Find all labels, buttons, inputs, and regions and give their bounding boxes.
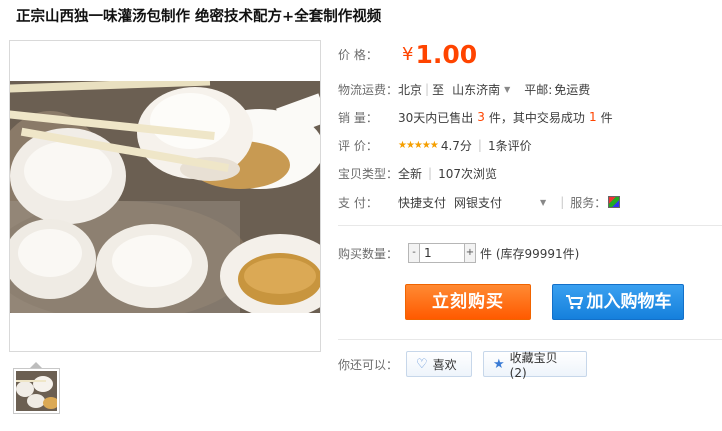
sales-suffix: 件 <box>600 110 613 125</box>
like-button[interactable]: ♡ 喜欢 <box>406 351 472 377</box>
heart-icon: ♡ <box>416 356 428 372</box>
divider: | <box>477 138 482 152</box>
quantity-decrease-button[interactable]: - <box>408 243 420 263</box>
star-rating-icon: ★★★★★ <box>398 139 439 151</box>
add-to-cart-button[interactable]: 加入购物车 <box>552 284 684 320</box>
type-label: 宝贝类型： <box>338 166 399 181</box>
sales-label: 销 量： <box>338 110 378 125</box>
section-divider <box>338 339 722 340</box>
sales-row: 销 量： 30天内已售出 3 件，其中交易成功 1 件 <box>338 108 613 126</box>
chevron-down-icon[interactable]: ▼ <box>504 85 510 94</box>
type-row: 宝贝类型： 全新 | 107次浏览 <box>338 164 497 182</box>
main-product-image[interactable] <box>9 40 321 352</box>
logistics-label: 物流运费： <box>338 82 399 97</box>
sales-count: 3 <box>477 110 485 124</box>
favorite-button[interactable]: ★ 收藏宝贝 (2) <box>483 350 587 380</box>
soup-dumpling-photo <box>10 81 320 313</box>
divider: | <box>560 195 565 209</box>
rating-score: 4.7分 <box>440 138 472 153</box>
sales-prefix: 30天内已售出 <box>398 110 474 125</box>
quantity-input[interactable]: 1 <box>420 243 464 263</box>
review-count-link[interactable]: 1条评价 <box>488 137 532 154</box>
favorite-label: 收藏宝贝 (2) <box>509 350 558 380</box>
sales-success: 1 <box>588 110 597 124</box>
payment-method-quick[interactable]: 快捷支付 <box>398 194 446 211</box>
star-icon: ★ <box>493 356 505 372</box>
cart-icon <box>565 295 583 310</box>
stock-info: 件 (库存99991件) <box>480 246 580 261</box>
ship-to-select[interactable]: 山东济南 <box>452 81 500 98</box>
divider: | <box>428 166 433 180</box>
quantity-label: 购买数量： <box>338 246 399 261</box>
thumbnail-image <box>16 371 57 411</box>
price-value: 1.00 <box>415 39 478 69</box>
condition-value: 全新 <box>398 166 423 181</box>
payment-method-bank[interactable]: 网银支付 <box>454 194 502 211</box>
divider: | <box>425 82 430 96</box>
like-label: 喜欢 <box>432 357 457 372</box>
add-to-cart-label: 加入购物车 <box>586 292 672 312</box>
share-row: 你还可以： <box>338 350 398 378</box>
quantity-increase-button[interactable]: + <box>464 243 476 263</box>
rating-row: 评 价： ★★★★★ 4.7分 | 1条评价 <box>338 136 532 154</box>
views-value: 107次浏览 <box>438 166 497 181</box>
quantity-stepper: - 1 + <box>408 243 476 263</box>
share-label: 你还可以： <box>338 357 399 372</box>
logistics-row: 物流运费： 北京 | 至 山东济南 ▼ 平邮: 免运费 <box>338 80 590 98</box>
price-row: 价 格： ¥ 1.00 <box>338 39 478 69</box>
thumbnail-1[interactable] <box>13 368 60 414</box>
payment-row: 支 付： 快捷支付 网银支付 ▼ | 服务： <box>338 192 621 212</box>
sales-unit: 件，其中交易成功 <box>488 110 585 125</box>
section-divider <box>338 225 722 226</box>
currency-symbol: ¥ <box>402 43 414 65</box>
quantity-row: 购买数量： - 1 + 件 (库存99991件) <box>338 241 579 265</box>
price-label: 价 格： <box>338 47 378 62</box>
payment-label: 支 付： <box>338 195 378 210</box>
buy-now-button[interactable]: 立刻购买 <box>405 284 531 320</box>
mail-value: 免运费 <box>554 82 591 97</box>
product-title: 正宗山西独一味灌汤包制作 绝密技术配方+全套制作视频 <box>16 9 382 25</box>
chevron-down-icon[interactable]: ▼ <box>540 198 546 207</box>
service-label: 服务： <box>570 195 607 210</box>
ship-from: 北京 <box>398 82 423 97</box>
ship-to-prefix: 至 <box>432 82 445 97</box>
rating-label: 评 价： <box>338 138 378 153</box>
service-icon[interactable] <box>608 196 621 208</box>
mail-label: 平邮: <box>524 82 553 97</box>
